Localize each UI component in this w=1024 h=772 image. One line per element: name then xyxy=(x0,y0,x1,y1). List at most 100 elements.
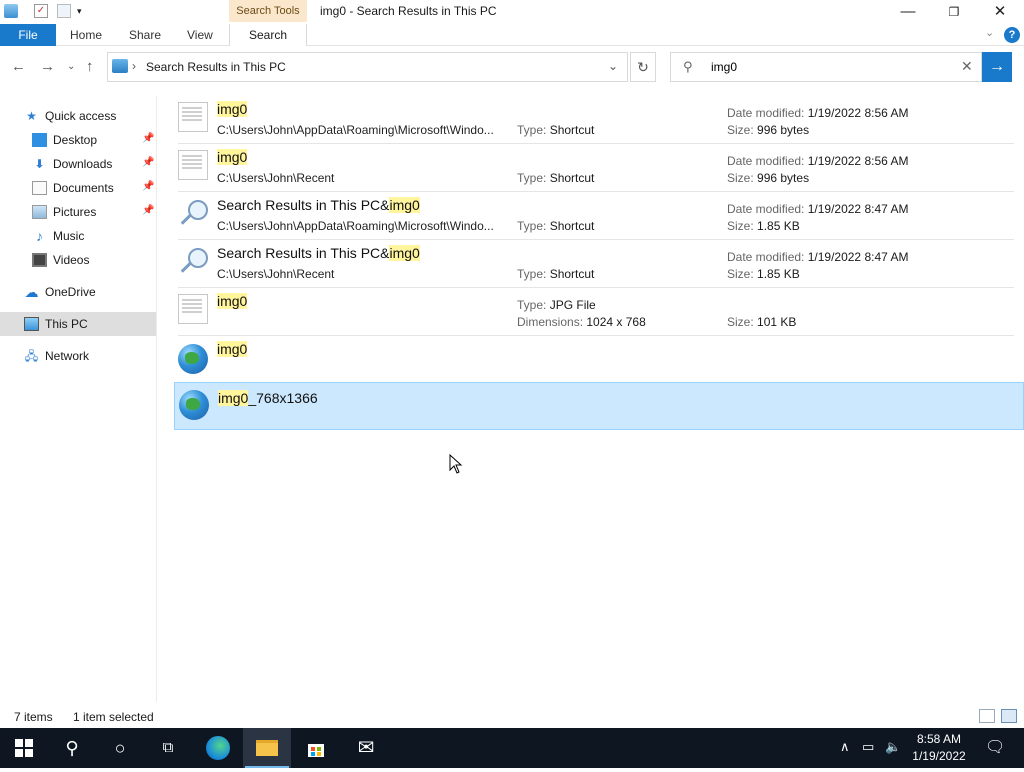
close-button[interactable]: ✕ xyxy=(977,0,1023,24)
list-item[interactable]: img0 C:\Users\John\AppData\Roaming\Micro… xyxy=(174,96,1024,144)
clock-time[interactable]: 8:58 AM xyxy=(908,732,970,746)
item-name: Search Results in This PC&img0 xyxy=(217,245,420,261)
item-date-modified: Date modified: 1/19/2022 8:56 AM xyxy=(727,154,909,168)
list-item[interactable]: Search Results in This PC&img0 C:\Users\… xyxy=(174,240,1024,288)
item-name: img0 xyxy=(217,101,248,117)
item-name: img0 xyxy=(217,341,248,357)
sidebar-item-pictures[interactable]: Pictures 📌 xyxy=(0,200,156,224)
address-dropdown-icon[interactable]: ⌄ xyxy=(608,59,618,73)
file-explorer-icon[interactable] xyxy=(243,728,291,768)
help-icon[interactable]: ? xyxy=(1004,27,1020,43)
item-path: C:\Users\John\Recent xyxy=(217,171,335,185)
sidebar-item-quick-access[interactable]: ★ Quick access xyxy=(0,104,156,128)
address-bar[interactable]: › Search Results in This PC ⌄ xyxy=(107,52,628,82)
sidebar-item-this-pc[interactable]: This PC xyxy=(0,312,156,336)
item-type: Type: Shortcut xyxy=(517,123,595,137)
restore-button[interactable]: ❐ xyxy=(931,0,977,24)
search-folder-icon xyxy=(112,59,128,73)
sidebar-item-network[interactable]: 🖧 Network xyxy=(0,344,156,368)
list-item[interactable]: img0 C:\Users\John\Recent Type: Shortcut… xyxy=(174,144,1024,192)
globe-icon xyxy=(179,390,209,420)
item-path: C:\Users\John\Recent xyxy=(217,267,335,281)
selection-count: 1 item selected xyxy=(73,710,154,724)
details-view-icon[interactable] xyxy=(979,709,995,723)
item-size: Size: 1.85 KB xyxy=(727,219,800,233)
search-go-button[interactable]: → xyxy=(982,52,1012,82)
item-name: img0 xyxy=(217,149,248,165)
show-hidden-icons-icon[interactable]: ∧ xyxy=(840,739,850,755)
document-icon xyxy=(178,294,208,324)
up-arrow-icon[interactable]: ↑ xyxy=(86,58,94,75)
item-path: C:\Users\John\AppData\Roaming\Microsoft\… xyxy=(217,123,494,137)
document-icon xyxy=(178,150,208,180)
item-size: Size: 996 bytes xyxy=(727,171,810,185)
pin-icon[interactable]: 📌 xyxy=(142,157,154,168)
list-item[interactable]: img0 xyxy=(174,336,1024,384)
tab-file[interactable]: File xyxy=(0,24,56,46)
back-arrow-icon[interactable]: ← xyxy=(11,58,26,75)
item-date-modified: Date modified: 1/19/2022 8:47 AM xyxy=(727,250,909,264)
volume-muted-icon[interactable]: 🔈 xyxy=(885,739,901,755)
store-icon[interactable] xyxy=(292,728,340,768)
tab-search[interactable]: Search xyxy=(229,24,307,46)
tab-home[interactable]: Home xyxy=(70,24,102,46)
forward-arrow-icon[interactable]: → xyxy=(40,58,55,75)
item-type: Type: JPG File xyxy=(517,298,596,312)
cloud-icon: ☁ xyxy=(24,284,39,300)
taskbar: ⚲ ○ ⧉ ✉ ∧ ▭ 🔈 8:58 AM 1/19/2022 🗨 xyxy=(0,728,1024,768)
pin-icon[interactable]: 📌 xyxy=(142,205,154,216)
breadcrumb-chevron-icon[interactable]: › xyxy=(132,59,136,73)
sidebar-item-desktop[interactable]: Desktop 📌 xyxy=(0,128,156,152)
clock-date[interactable]: 1/19/2022 xyxy=(908,749,970,763)
sidebar-item-downloads[interactable]: ⬇ Downloads 📌 xyxy=(0,152,156,176)
desktop-icon xyxy=(32,133,47,147)
network-status-icon[interactable]: ▭ xyxy=(862,739,874,755)
minimize-button[interactable]: — xyxy=(885,0,931,24)
breadcrumb[interactable]: Search Results in This PC xyxy=(146,60,286,74)
search-tools-context-label: Search Tools xyxy=(229,0,307,22)
tab-view[interactable]: View xyxy=(187,24,213,46)
task-view-icon[interactable]: ⧉ xyxy=(144,728,192,768)
sidebar-item-onedrive[interactable]: ☁ OneDrive xyxy=(0,280,156,304)
pictures-icon xyxy=(32,205,47,219)
item-dimensions: Dimensions: 1024 x 768 xyxy=(517,315,646,329)
mail-icon[interactable]: ✉ xyxy=(342,728,390,768)
cortana-icon[interactable]: ○ xyxy=(96,728,144,768)
search-icon[interactable]: ⚲ xyxy=(48,728,96,768)
mouse-cursor-icon xyxy=(449,454,463,474)
recent-locations-icon[interactable]: ⌄ xyxy=(67,61,75,72)
navigation-pane: ★ Quick access Desktop 📌 ⬇ Downloads 📌 D… xyxy=(0,96,157,702)
large-icons-view-icon[interactable] xyxy=(1001,709,1017,723)
item-type: Type: Shortcut xyxy=(517,219,595,233)
star-icon: ★ xyxy=(26,109,37,123)
pin-icon[interactable]: 📌 xyxy=(142,133,154,144)
item-name: img0 xyxy=(217,293,248,309)
search-box[interactable]: ⚲ ✕ xyxy=(670,52,982,82)
expand-ribbon-icon[interactable]: ⌄ xyxy=(985,26,994,39)
file-explorer-window: ✓ ▾ Search Tools img0 - Search Results i… xyxy=(0,0,1024,728)
list-item-selected[interactable]: img0_768x1366 xyxy=(174,382,1024,430)
sidebar-item-videos[interactable]: Videos xyxy=(0,248,156,272)
edge-icon[interactable] xyxy=(194,728,242,768)
start-button[interactable] xyxy=(0,728,48,768)
properties-icon[interactable]: ✓ xyxy=(34,4,48,18)
pin-icon[interactable]: 📌 xyxy=(142,181,154,192)
sidebar-item-music[interactable]: ♪ Music xyxy=(0,224,156,248)
clear-search-icon[interactable]: ✕ xyxy=(961,58,973,75)
item-type: Type: Shortcut xyxy=(517,171,595,185)
music-icon: ♪ xyxy=(36,228,43,244)
document-icon xyxy=(178,102,208,132)
refresh-button[interactable]: ↻ xyxy=(630,52,656,82)
customize-toolbar-icon[interactable]: ▾ xyxy=(77,6,91,20)
tab-share[interactable]: Share xyxy=(129,24,161,46)
new-folder-icon[interactable] xyxy=(57,4,71,18)
search-input[interactable] xyxy=(711,60,941,74)
list-item[interactable]: img0 Type: JPG File Dimensions: 1024 x 7… xyxy=(174,288,1024,336)
notifications-icon[interactable]: 🗨 xyxy=(985,737,1005,757)
list-item[interactable]: Search Results in This PC&img0 C:\Users\… xyxy=(174,192,1024,240)
network-icon: 🖧 xyxy=(24,349,39,363)
sidebar-item-documents[interactable]: Documents 📌 xyxy=(0,176,156,200)
ribbon-tabs: File Home Share View Search xyxy=(0,24,1024,46)
item-size: Size: 101 KB xyxy=(727,315,797,329)
documents-icon xyxy=(32,181,47,195)
